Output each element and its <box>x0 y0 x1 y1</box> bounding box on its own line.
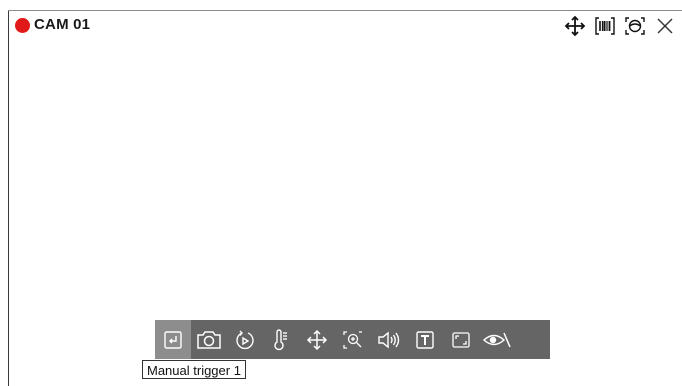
text-overlay-icon <box>416 330 434 349</box>
snapshot-button[interactable] <box>191 320 227 359</box>
temperature-button[interactable] <box>263 320 299 359</box>
panel-border-left <box>8 10 9 386</box>
text-overlay-button[interactable] <box>407 320 443 359</box>
panel-border-top <box>8 10 682 11</box>
move-icon[interactable] <box>564 15 586 37</box>
digital-zoom-button[interactable] <box>335 320 371 359</box>
tooltip: Manual trigger 1 <box>142 360 246 379</box>
manual-trigger-icon <box>164 330 182 349</box>
ptz-move-button[interactable] <box>299 320 335 359</box>
camera-toolbar <box>155 320 550 359</box>
instant-replay-button[interactable] <box>227 320 263 359</box>
aspect-ratio-button[interactable] <box>443 320 479 359</box>
audio-icon <box>378 331 400 348</box>
ptz-move-icon <box>306 329 328 350</box>
barcode-scan-icon[interactable] <box>594 15 616 37</box>
camera-snapshot-icon <box>197 330 221 349</box>
digital-zoom-icon <box>343 330 362 349</box>
camera-view-panel: CAM 01 Manual trigger 1 <box>0 0 682 386</box>
fisheye-view-icon[interactable] <box>624 15 646 37</box>
top-controls <box>564 14 676 38</box>
close-icon[interactable] <box>654 15 676 37</box>
audio-button[interactable] <box>371 320 407 359</box>
temperature-icon <box>274 328 287 350</box>
instant-replay-icon <box>236 330 254 349</box>
camera-title: CAM 01 <box>34 16 91 33</box>
privacy-view-button[interactable] <box>479 320 515 359</box>
recording-indicator-icon <box>15 18 30 33</box>
aspect-ratio-icon <box>452 331 470 348</box>
privacy-view-icon <box>482 332 511 347</box>
manual-trigger-button[interactable] <box>155 320 191 359</box>
